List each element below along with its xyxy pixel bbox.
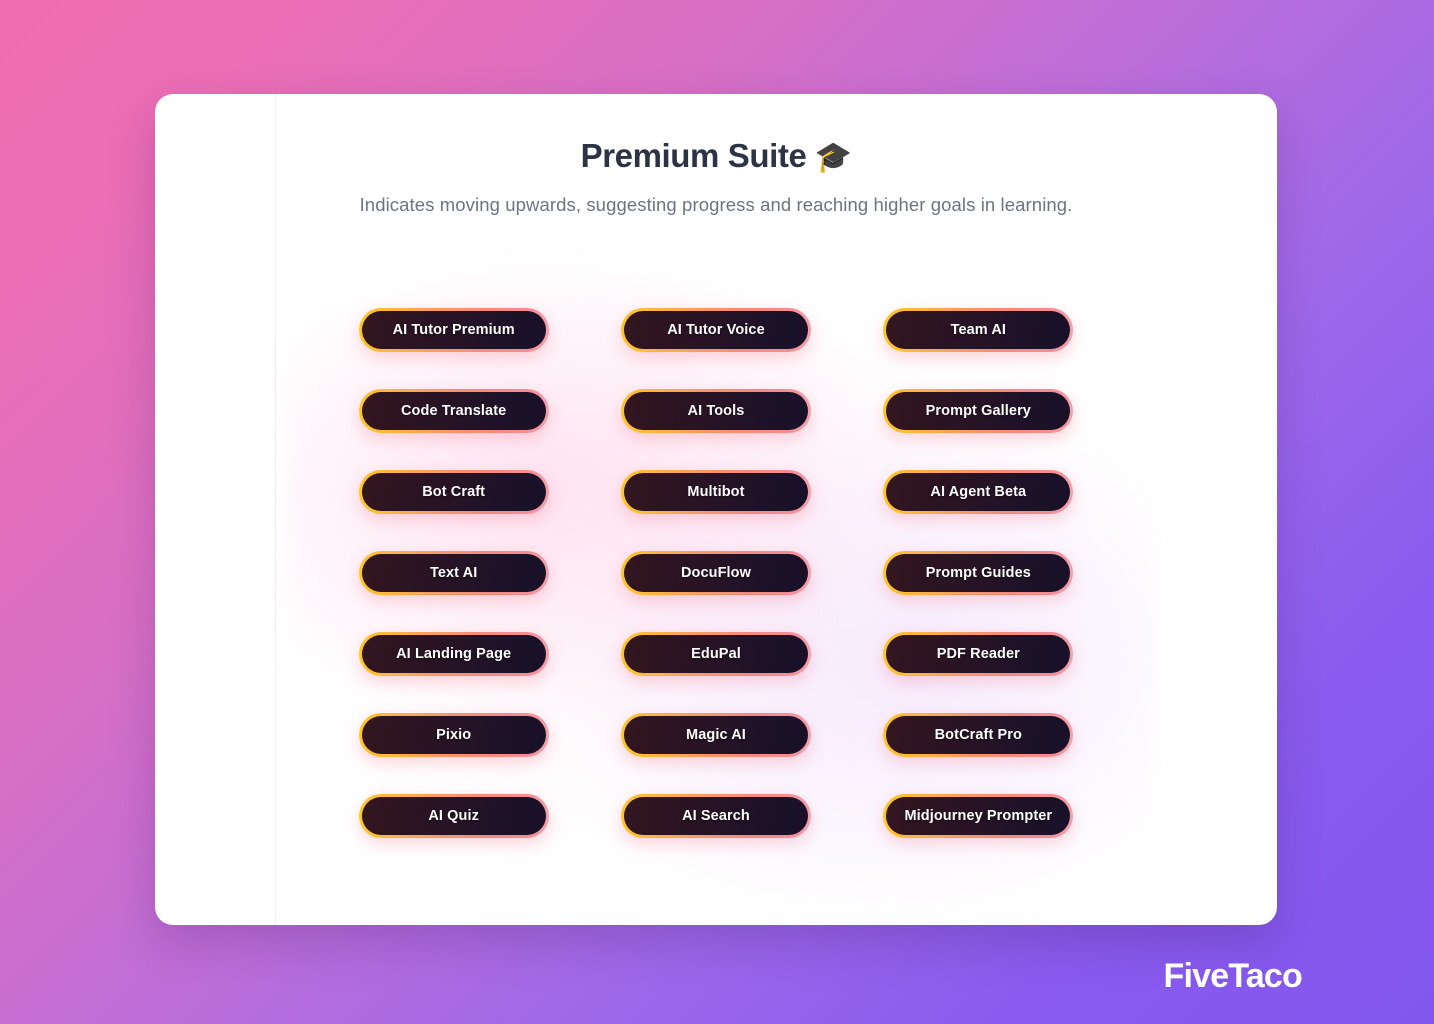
tool-pill-label: Team AI (950, 322, 1007, 338)
tool-pill[interactable]: Text AI (358, 551, 549, 595)
page-title: Premium Suite 🎓 (155, 136, 1277, 176)
tool-pill[interactable]: EduPal (620, 632, 811, 676)
tool-pill[interactable]: Bot Craft (358, 470, 549, 514)
card-vertical-divider (275, 94, 276, 925)
tool-pill-label: BotCraft Pro (934, 727, 1023, 743)
graduation-cap-icon: 🎓 (814, 141, 852, 174)
page-title-text: Premium Suite (580, 137, 807, 174)
tool-pill[interactable]: Prompt Guides (883, 551, 1074, 595)
brand-logo: FiveTaco (1163, 957, 1303, 995)
tool-pill[interactable]: Magic AI (620, 713, 811, 757)
tool-pill-label: Prompt Gallery (925, 403, 1031, 419)
tool-pill-label: AI Agent Beta (930, 484, 1027, 500)
tool-pill[interactable]: Multibot (620, 470, 811, 514)
tool-pill-label: Prompt Guides (925, 565, 1031, 581)
tool-pill[interactable]: Team AI (883, 308, 1074, 352)
tool-pill-label: Text AI (429, 565, 478, 581)
tool-pill-label: Midjourney Prompter (904, 808, 1053, 824)
tool-pill-label: Pixio (436, 727, 472, 743)
tool-pill[interactable]: AI Quiz (358, 794, 549, 838)
tool-pill[interactable]: DocuFlow (620, 551, 811, 595)
tool-pill-grid: AI Tutor Premium AI Tutor Voice Team AI Cod… (336, 308, 1096, 838)
tool-pill[interactable]: BotCraft Pro (883, 713, 1074, 757)
tool-pill-label: AI Tutor Voice (667, 322, 765, 338)
tool-pill-label: AI Tutor Premium (392, 322, 515, 338)
tool-pill[interactable]: Code Translate (358, 389, 549, 433)
tool-pill[interactable]: AI Tools (620, 389, 811, 433)
tool-pill[interactable]: AI Landing Page (358, 632, 549, 676)
tool-pill-label: AI Landing Page (396, 646, 512, 662)
tool-pill[interactable]: AI Agent Beta (883, 470, 1074, 514)
tool-pill[interactable]: Midjourney Prompter (883, 794, 1074, 838)
tool-pill-label: Multibot (687, 484, 745, 500)
tool-pill-label: Bot Craft (422, 484, 486, 500)
tool-pill[interactable]: Pixio (358, 713, 549, 757)
tool-pill-label: AI Search (682, 808, 750, 824)
tool-pill[interactable]: Prompt Gallery (883, 389, 1074, 433)
tool-pill-label: AI Quiz (428, 808, 479, 824)
tool-pill[interactable]: PDF Reader (883, 632, 1074, 676)
premium-suite-card: Premium Suite 🎓 Indicates moving upwards,… (155, 94, 1277, 925)
tool-pill[interactable]: AI Tutor Voice (620, 308, 811, 352)
tool-pill-label: PDF Reader (936, 646, 1020, 662)
tool-pill[interactable]: AI Search (620, 794, 811, 838)
tool-pill-label: AI Tools (687, 403, 745, 419)
tool-pill[interactable]: AI Tutor Premium (358, 308, 549, 352)
tool-pill-label: DocuFlow (680, 565, 752, 581)
page-subtitle: Indicates moving upwards, suggesting pro… (359, 194, 1073, 215)
tool-pill-label: Magic AI (686, 727, 746, 743)
tool-pill-label: Code Translate (400, 403, 507, 419)
card-header: Premium Suite 🎓 Indicates moving upwards,… (155, 94, 1277, 216)
tool-pill-label: EduPal (691, 646, 741, 662)
